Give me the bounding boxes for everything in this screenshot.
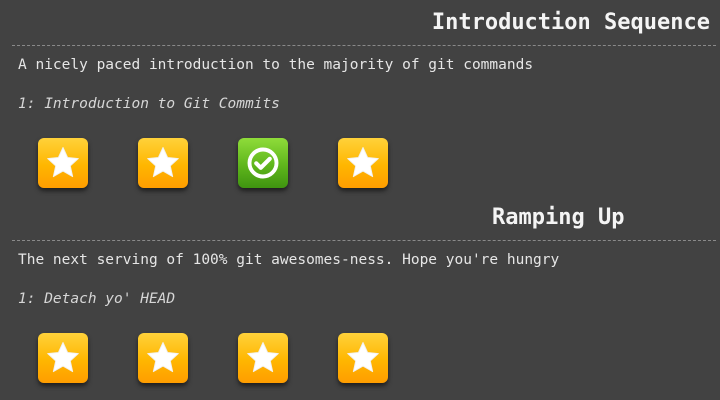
sequence-title: Introduction Sequence: [431, 10, 710, 35]
star-icon: [347, 147, 379, 178]
sequence-description: The next serving of 100% git awesomes-ne…: [18, 252, 560, 268]
current-level-label: 1: Introduction to Git Commits: [18, 96, 280, 112]
level-2-button[interactable]: [138, 333, 188, 383]
sequence-divider: [12, 45, 716, 46]
sequence-divider: [12, 240, 716, 241]
level-1-button[interactable]: [38, 333, 88, 383]
sequence-description: A nicely paced introduction to the major…: [18, 57, 534, 73]
level-2-button[interactable]: [138, 138, 188, 188]
level-4-button[interactable]: [338, 333, 388, 383]
level-4-button[interactable]: [338, 138, 388, 188]
level-1-button[interactable]: [38, 138, 88, 188]
star-icon: [47, 342, 79, 373]
star-icon: [347, 342, 379, 373]
checkmark-icon: [247, 147, 279, 179]
star-icon: [247, 342, 279, 373]
current-level-label: 1: Detach yo' HEAD: [18, 291, 176, 307]
star-icon: [147, 342, 179, 373]
star-icon: [47, 147, 79, 178]
star-icon: [147, 147, 179, 178]
level-3-button[interactable]: [238, 333, 288, 383]
level-3-button[interactable]: [238, 138, 288, 188]
sequence-title: Ramping Up: [492, 205, 625, 230]
